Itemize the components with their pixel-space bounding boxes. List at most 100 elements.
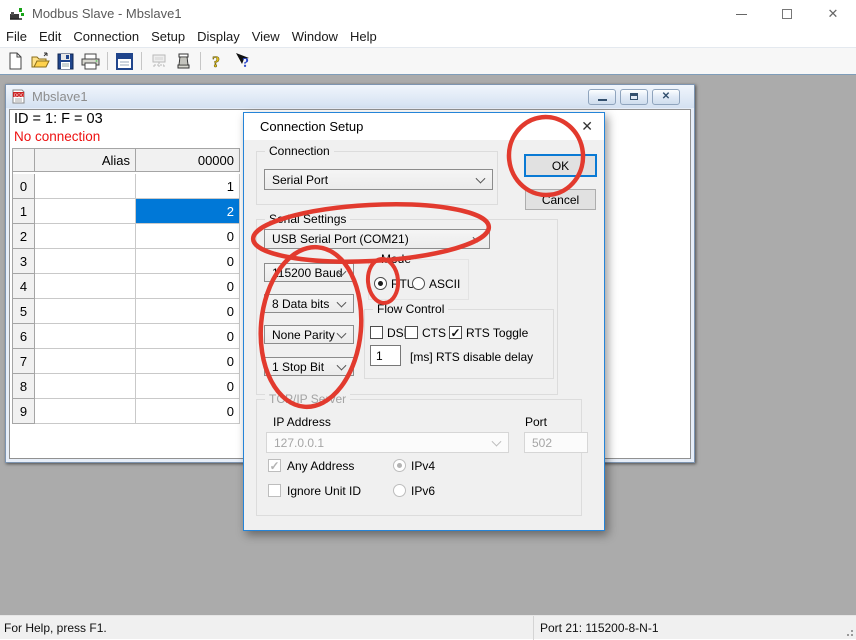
register-table: Alias 00000 01 12 20 30 40 50 60 70 80 9… (12, 148, 240, 424)
connection-type-combo[interactable]: Serial Port (264, 169, 493, 190)
table-corner-header (13, 149, 35, 172)
open-icon[interactable] (28, 49, 53, 73)
connection-setup-dialog: Connection Setup ✕ Connection Serial Por… (243, 112, 605, 531)
dialog-title: Connection Setup (260, 119, 363, 134)
status-separator (533, 616, 534, 640)
value-cell[interactable]: 0 (136, 249, 240, 274)
parity-value: None Parity (272, 328, 335, 342)
alias-cell[interactable] (35, 349, 136, 374)
ok-button[interactable]: OK (524, 154, 597, 177)
value-cell[interactable]: 0 (136, 349, 240, 374)
document-title: Mbslave1 (32, 89, 88, 104)
menu-window[interactable]: Window (286, 28, 344, 47)
row-header[interactable]: 8 (13, 374, 35, 399)
ipv6-label: IPv6 (411, 484, 435, 498)
row-header[interactable]: 7 (13, 349, 35, 374)
ip-address-value: 127.0.0.1 (274, 436, 324, 450)
chevron-down-icon (473, 233, 483, 243)
svg-text:?: ? (242, 56, 249, 70)
rts-delay-input[interactable] (370, 345, 401, 366)
menu-setup[interactable]: Setup (145, 28, 191, 47)
communication-traffic-icon[interactable] (171, 49, 196, 73)
display-definition-icon[interactable] (112, 49, 137, 73)
resize-grip[interactable] (843, 626, 853, 636)
alias-cell[interactable] (35, 299, 136, 324)
poll-definition-icon[interactable] (146, 49, 171, 73)
port-value: 502 (532, 436, 552, 450)
port-field: 502 (524, 432, 588, 453)
toolbar: ? ? (0, 48, 856, 75)
menu-display[interactable]: Display (191, 28, 246, 47)
child-close-button[interactable]: ✕ (652, 89, 680, 105)
row-header[interactable]: 1 (13, 199, 35, 224)
row-header[interactable]: 5 (13, 299, 35, 324)
alias-cell[interactable] (35, 174, 136, 199)
serial-port-combo[interactable]: USB Serial Port (COM21) (264, 229, 490, 249)
alias-cell[interactable] (35, 374, 136, 399)
cancel-button[interactable]: Cancel (525, 189, 596, 210)
ip-address-label: IP Address (273, 415, 331, 429)
minimize-button[interactable] (718, 0, 764, 28)
menu-view[interactable]: View (246, 28, 286, 47)
dialog-close-icon[interactable]: ✕ (581, 118, 593, 135)
row-header[interactable]: 6 (13, 324, 35, 349)
baud-combo[interactable]: 115200 Baud (264, 263, 354, 282)
value-cell[interactable]: 0 (136, 274, 240, 299)
value-cell[interactable]: 1 (136, 174, 240, 199)
document-titlebar[interactable]: DOC Mbslave1 ✕ (6, 85, 694, 108)
alias-cell[interactable] (35, 249, 136, 274)
alias-cell[interactable] (35, 274, 136, 299)
child-minimize-icon (598, 99, 607, 101)
row-header[interactable]: 2 (13, 224, 35, 249)
chevron-down-icon (337, 360, 347, 370)
stopbits-combo[interactable]: 1 Stop Bit (264, 357, 354, 376)
print-icon[interactable] (78, 49, 103, 73)
chevron-down-icon (476, 173, 486, 183)
rts-toggle-checkbox[interactable]: ✓ (449, 326, 462, 339)
row-header[interactable]: 4 (13, 274, 35, 299)
value-cell[interactable]: 0 (136, 299, 240, 324)
menu-file[interactable]: File (0, 28, 33, 47)
row-header[interactable]: 0 (13, 174, 35, 199)
stopbits-value: 1 Stop Bit (272, 360, 324, 374)
maximize-button[interactable] (764, 0, 810, 28)
databits-combo[interactable]: 8 Data bits (264, 294, 354, 313)
value-cell[interactable]: 0 (136, 324, 240, 349)
register-info: ID = 1: F = 03 (14, 111, 103, 127)
alias-cell[interactable] (35, 224, 136, 249)
cts-checkbox[interactable] (405, 326, 418, 339)
rts-toggle-label: RTS Toggle (466, 326, 528, 340)
alias-cell[interactable] (35, 324, 136, 349)
dsr-checkbox[interactable] (370, 326, 383, 339)
menu-help[interactable]: Help (344, 28, 383, 47)
ipv4-label: IPv4 (411, 459, 435, 473)
table-header-00000: 00000 (136, 149, 240, 172)
ascii-label: ASCII (429, 277, 460, 291)
row-header[interactable]: 9 (13, 399, 35, 424)
parity-combo[interactable]: None Parity (264, 325, 354, 344)
row-header[interactable]: 3 (13, 249, 35, 274)
menu-edit[interactable]: Edit (33, 28, 67, 47)
child-restore-button[interactable] (620, 89, 648, 105)
value-cell-selected[interactable]: 2 (136, 199, 240, 224)
help-icon[interactable]: ? (205, 49, 230, 73)
close-button[interactable]: ✕ (810, 0, 856, 28)
value-cell[interactable]: 0 (136, 399, 240, 424)
app-icon (9, 6, 25, 22)
menu-bar: File Edit Connection Setup Display View … (0, 28, 856, 48)
ignore-unit-id-checkbox (268, 484, 281, 497)
alias-cell[interactable] (35, 399, 136, 424)
value-cell[interactable]: 0 (136, 224, 240, 249)
child-minimize-button[interactable] (588, 89, 616, 105)
rtu-radio[interactable] (374, 277, 387, 290)
alias-cell[interactable] (35, 199, 136, 224)
window-title: Modbus Slave - Mbslave1 (32, 6, 182, 21)
context-help-icon[interactable]: ? (230, 49, 255, 73)
new-icon[interactable] (3, 49, 28, 73)
ascii-radio[interactable] (412, 277, 425, 290)
menu-connection[interactable]: Connection (67, 28, 145, 47)
save-icon[interactable] (53, 49, 78, 73)
dialog-titlebar[interactable]: Connection Setup (244, 113, 604, 140)
flow-control-group: Flow Control (364, 309, 554, 379)
value-cell[interactable]: 0 (136, 374, 240, 399)
